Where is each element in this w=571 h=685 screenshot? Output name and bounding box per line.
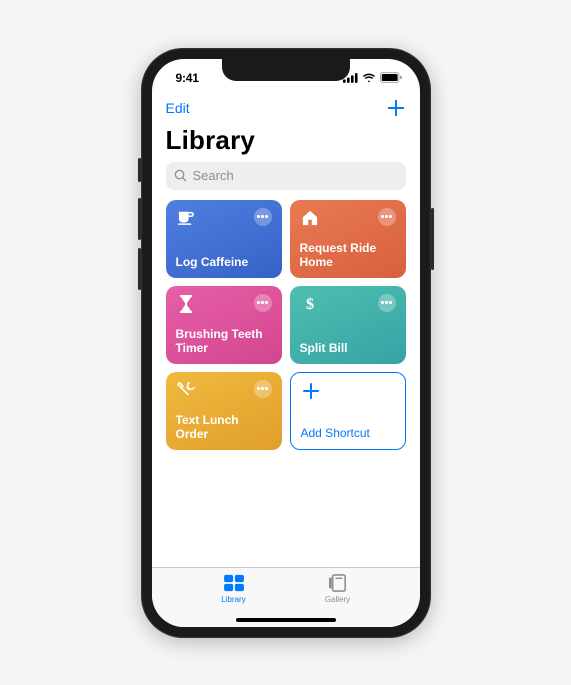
more-button[interactable] [254, 380, 272, 398]
add-button[interactable] [386, 98, 406, 118]
more-button[interactable] [254, 294, 272, 312]
search-placeholder: Search [193, 168, 234, 183]
tile-label: Log Caffeine [176, 255, 272, 269]
home-indicator[interactable] [236, 618, 336, 622]
more-button[interactable] [254, 208, 272, 226]
tab-gallery[interactable]: Gallery [298, 572, 378, 604]
tile-label: Request Ride Home [300, 241, 396, 270]
tile-label: Brushing Teeth Timer [176, 327, 272, 356]
tab-bar: Library Gallery [152, 567, 420, 627]
add-shortcut-tile[interactable]: Add Shortcut [290, 372, 406, 450]
page-title: Library [152, 123, 420, 162]
battery-icon [380, 72, 402, 83]
shortcut-tile-text-lunch[interactable]: Text Lunch Order [166, 372, 282, 450]
search-icon [174, 169, 187, 182]
plus-icon [386, 98, 406, 118]
status-icons [343, 68, 402, 83]
shortcut-tile-split-bill[interactable]: $ Split Bill [290, 286, 406, 364]
tile-label: Text Lunch Order [176, 413, 272, 442]
tile-label: Add Shortcut [301, 426, 395, 440]
shortcut-tile-request-ride[interactable]: Request Ride Home [290, 200, 406, 278]
dollar-icon: $ [300, 294, 320, 314]
tab-library[interactable]: Library [194, 572, 274, 604]
more-button[interactable] [378, 294, 396, 312]
cup-icon [176, 208, 196, 228]
edit-button[interactable]: Edit [166, 100, 190, 116]
nav-bar: Edit [152, 93, 420, 123]
home-icon [300, 208, 320, 228]
spacer [152, 450, 420, 567]
shortcut-grid: Log Caffeine Request Ride Home [152, 200, 420, 450]
plus-icon [301, 381, 321, 401]
mute-switch [138, 158, 141, 182]
library-tab-icon [223, 572, 245, 594]
tab-label: Gallery [325, 595, 350, 604]
svg-text:$: $ [306, 296, 314, 313]
status-time: 9:41 [176, 67, 199, 85]
utensils-icon [176, 380, 196, 400]
volume-down [138, 248, 141, 290]
phone-frame: 9:41 Edit Library Search [141, 48, 431, 638]
gallery-tab-icon [328, 572, 348, 594]
shortcut-tile-log-caffeine[interactable]: Log Caffeine [166, 200, 282, 278]
screen: 9:41 Edit Library Search [152, 59, 420, 627]
more-button[interactable] [378, 208, 396, 226]
volume-up [138, 198, 141, 240]
wifi-icon [362, 73, 376, 83]
side-button [431, 208, 434, 270]
search-input[interactable]: Search [166, 162, 406, 190]
hourglass-icon [176, 294, 196, 314]
tile-label: Split Bill [300, 341, 396, 355]
shortcut-tile-brushing-timer[interactable]: Brushing Teeth Timer [166, 286, 282, 364]
notch [222, 59, 350, 81]
tab-label: Library [221, 595, 245, 604]
